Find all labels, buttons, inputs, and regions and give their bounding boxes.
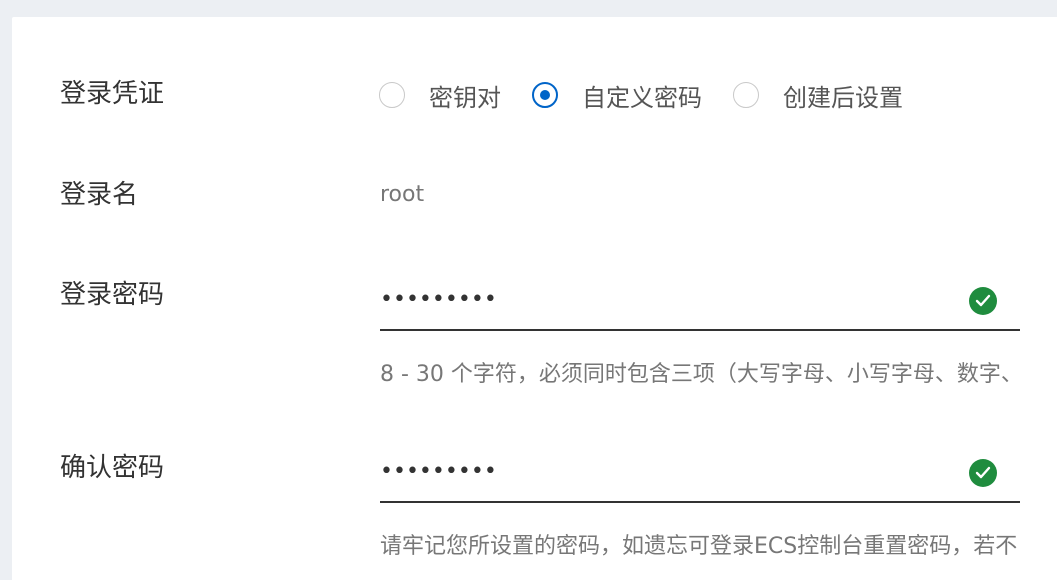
radio-key-pair-label[interactable]: 密钥对 <box>429 78 501 113</box>
check-circle-icon <box>969 287 997 315</box>
radio-custom-password-label[interactable]: 自定义密码 <box>582 78 702 113</box>
radio-custom-password[interactable]: 自定义密码 <box>532 78 702 113</box>
password-input[interactable]: ••••••••• <box>380 281 1020 331</box>
password-label: 登录密码 <box>60 280 165 310</box>
confirm-password-input[interactable]: ••••••••• <box>380 453 1020 503</box>
password-masked-value: ••••••••• <box>380 287 497 312</box>
radio-dot-icon <box>540 90 550 100</box>
radio-set-later-label[interactable]: 创建后设置 <box>783 78 903 113</box>
confirm-password-label: 确认密码 <box>60 453 165 483</box>
radio-key-pair[interactable]: 密钥对 <box>379 78 501 113</box>
credential-label: 登录凭证 <box>60 79 165 109</box>
login-settings-panel: 登录凭证 密钥对 自定义密码 创建后设置 登录名 root 登录密码 •••••… <box>12 17 1057 580</box>
radio-set-later[interactable]: 创建后设置 <box>733 78 903 113</box>
credential-radio-group: 密钥对 自定义密码 创建后设置 <box>379 78 934 113</box>
radio-circle-icon[interactable] <box>379 82 405 108</box>
radio-circle-icon[interactable] <box>733 82 759 108</box>
radio-checked-icon[interactable] <box>532 82 558 108</box>
check-circle-icon <box>969 459 997 487</box>
confirm-password-masked-value: ••••••••• <box>380 459 497 484</box>
password-help-text: 8 - 30 个字符，必须同时包含三项（大写字母、小写字母、数字、 <box>380 362 1023 387</box>
login-name-label: 登录名 <box>60 180 139 210</box>
confirm-password-help-text: 请牢记您所设置的密码，如遗忘可登录ECS控制台重置密码，若不 <box>380 534 1018 559</box>
login-name-value: root <box>380 182 425 207</box>
